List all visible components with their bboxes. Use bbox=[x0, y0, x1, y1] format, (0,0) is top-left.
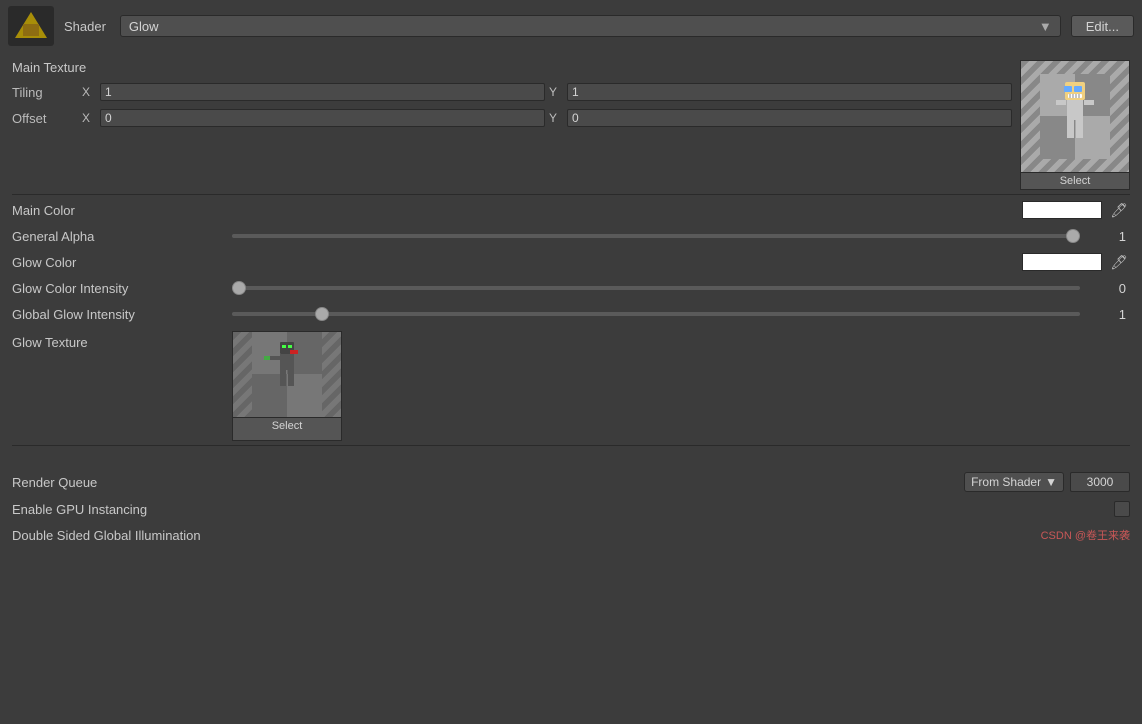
skeleton-sprite bbox=[1040, 74, 1110, 159]
main-color-swatch[interactable] bbox=[1022, 201, 1102, 219]
gpu-instancing-label: Enable GPU Instancing bbox=[12, 502, 232, 517]
offset-y-label: Y bbox=[549, 111, 563, 125]
global-glow-intensity-row: Global Glow Intensity 1 bbox=[12, 301, 1130, 327]
glow-color-row: Glow Color 🖊 bbox=[12, 249, 1130, 275]
shader-dropdown[interactable]: Glow ▼ bbox=[120, 15, 1061, 37]
divider-1 bbox=[12, 194, 1130, 195]
glow-color-intensity-value: 0 bbox=[1080, 281, 1130, 296]
global-glow-intensity-value: 1 bbox=[1080, 307, 1130, 322]
global-glow-intensity-slider[interactable] bbox=[232, 312, 1080, 316]
render-queue-row: Render Queue From Shader ▼ 3000 bbox=[12, 468, 1130, 496]
tiling-row: Tiling X Y bbox=[12, 81, 1012, 103]
tiling-y-label: Y bbox=[549, 85, 563, 99]
double-sided-gi-label: Double Sided Global Illumination bbox=[12, 528, 412, 543]
top-bar: Shader Glow ▼ Edit... bbox=[0, 0, 1142, 52]
render-queue-dropdown-arrow: ▼ bbox=[1045, 475, 1057, 489]
shader-label: Shader bbox=[64, 19, 106, 34]
main-texture-section: Main Texture Tiling X Y Offset X Y bbox=[12, 60, 1130, 190]
glow-color-controls: 🖊 bbox=[232, 253, 1130, 271]
main-color-row: Main Color 🖊 bbox=[12, 197, 1130, 223]
global-glow-intensity-slider-container bbox=[232, 312, 1080, 316]
gpu-instancing-row: Enable GPU Instancing bbox=[12, 496, 1130, 522]
tiling-xy-group: X Y bbox=[82, 83, 1012, 101]
divider-2 bbox=[12, 445, 1130, 446]
general-alpha-row: General Alpha 1 bbox=[12, 223, 1130, 249]
texture-left: Main Texture Tiling X Y Offset X Y bbox=[12, 60, 1012, 133]
offset-y-input[interactable] bbox=[567, 109, 1012, 127]
offset-x-label: X bbox=[82, 111, 96, 125]
tiling-label: Tiling bbox=[12, 85, 82, 100]
main-texture-title: Main Texture bbox=[12, 60, 1012, 75]
render-queue-dropdown-value: From Shader bbox=[971, 475, 1041, 489]
double-sided-gi-row: Double Sided Global Illumination CSDN @卷… bbox=[12, 522, 1130, 548]
general-alpha-slider-container bbox=[232, 234, 1080, 238]
glow-color-intensity-slider[interactable] bbox=[232, 286, 1080, 290]
offset-label: Offset bbox=[12, 111, 82, 126]
csdn-watermark: CSDN @卷王来袭 bbox=[1041, 527, 1130, 543]
edit-button[interactable]: Edit... bbox=[1071, 15, 1134, 37]
offset-xy-group: X Y bbox=[82, 109, 1012, 127]
glow-texture-thumbnail: Select bbox=[232, 331, 342, 441]
glow-color-intensity-label: Glow Color Intensity bbox=[12, 281, 232, 296]
render-queue-label: Render Queue bbox=[12, 475, 232, 490]
tiling-x-label: X bbox=[82, 85, 96, 99]
gpu-instancing-right bbox=[232, 501, 1130, 517]
glow-sprite bbox=[252, 332, 322, 417]
main-texture-image bbox=[1021, 61, 1129, 172]
spacer-1 bbox=[12, 448, 1130, 468]
main-color-label: Main Color bbox=[12, 203, 232, 218]
main-color-controls: 🖊 bbox=[232, 201, 1130, 219]
glow-color-eyedropper[interactable]: 🖊 bbox=[1108, 254, 1130, 271]
general-alpha-label: General Alpha bbox=[12, 229, 232, 244]
logo bbox=[8, 6, 54, 46]
glow-color-swatch[interactable] bbox=[1022, 253, 1102, 271]
global-glow-intensity-label: Global Glow Intensity bbox=[12, 307, 232, 322]
shader-dropdown-value: Glow bbox=[129, 19, 159, 34]
tiling-x-input[interactable] bbox=[100, 83, 545, 101]
glow-texture-label: Glow Texture bbox=[12, 331, 232, 350]
gpu-instancing-checkbox[interactable] bbox=[1114, 501, 1130, 517]
render-queue-controls: From Shader ▼ 3000 bbox=[232, 472, 1130, 492]
render-queue-dropdown[interactable]: From Shader ▼ bbox=[964, 472, 1064, 492]
shader-dropdown-arrow: ▼ bbox=[1039, 19, 1052, 34]
double-sided-gi-right: CSDN @卷王来袭 bbox=[412, 527, 1130, 543]
general-alpha-value: 1 bbox=[1080, 229, 1130, 244]
glow-texture-section: Glow Texture bbox=[12, 331, 1130, 441]
glow-texture-image bbox=[233, 332, 341, 417]
render-queue-value: 3000 bbox=[1070, 472, 1130, 492]
content-area: Main Texture Tiling X Y Offset X Y bbox=[0, 52, 1142, 556]
tiling-y-input[interactable] bbox=[567, 83, 1012, 101]
main-texture-select-button[interactable]: Select bbox=[1021, 172, 1129, 189]
glow-texture-select-button[interactable]: Select bbox=[233, 417, 341, 434]
glow-color-intensity-slider-container bbox=[232, 286, 1080, 290]
offset-x-input[interactable] bbox=[100, 109, 545, 127]
main-color-eyedropper[interactable]: 🖊 bbox=[1108, 202, 1130, 219]
offset-row: Offset X Y bbox=[12, 107, 1012, 129]
general-alpha-slider[interactable] bbox=[232, 234, 1080, 238]
glow-color-label: Glow Color bbox=[12, 255, 232, 270]
main-texture-thumbnail: Select bbox=[1020, 60, 1130, 190]
glow-color-intensity-row: Glow Color Intensity 0 bbox=[12, 275, 1130, 301]
